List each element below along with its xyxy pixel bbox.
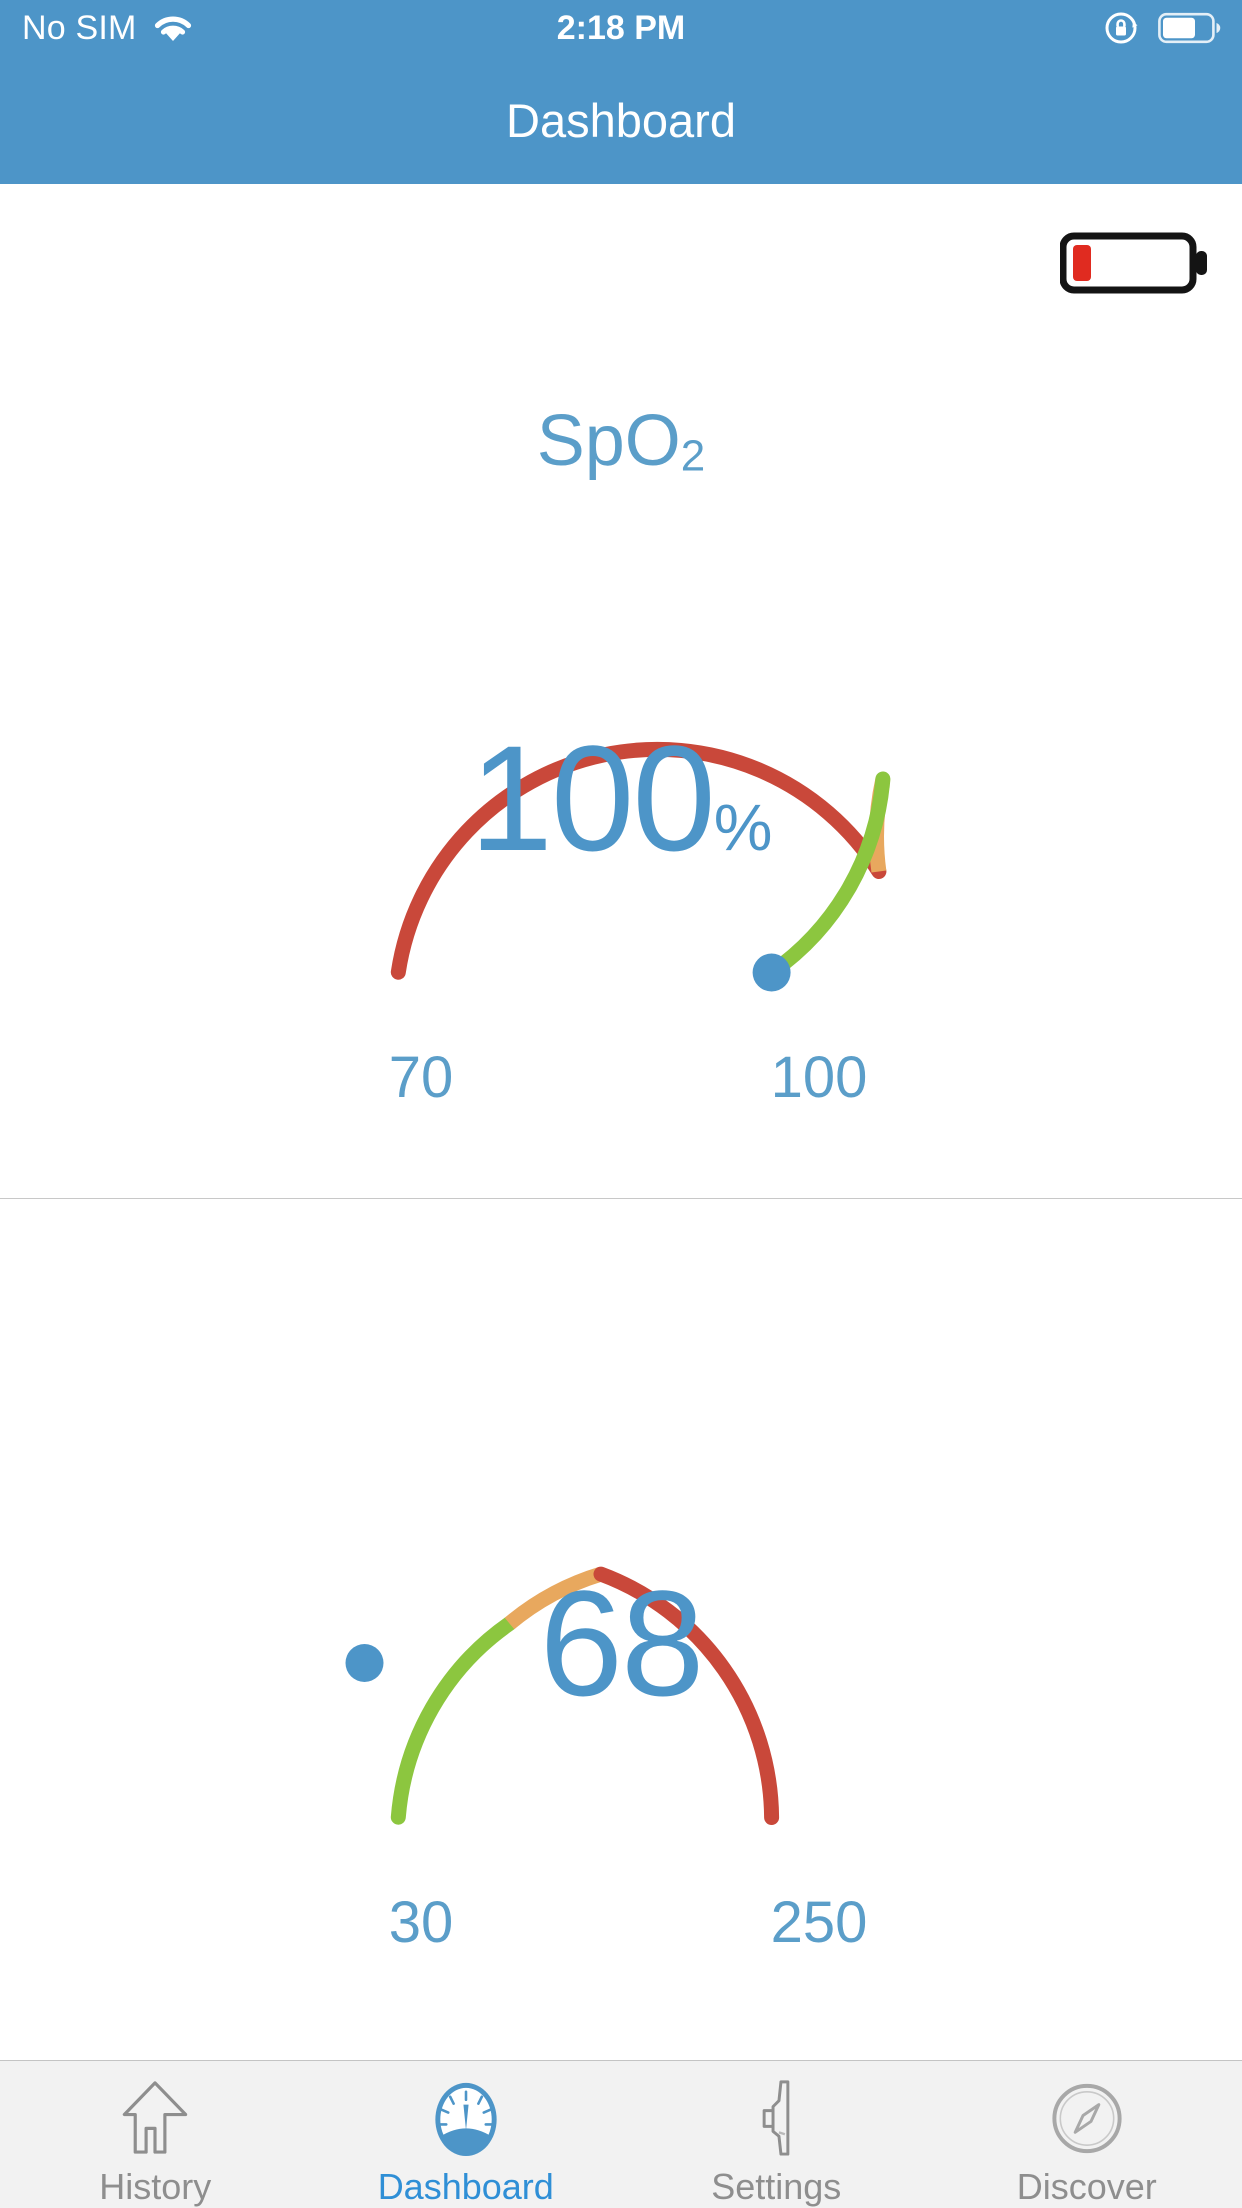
gauge-max-label-pulse: 250 (770, 1890, 868, 1955)
tab-bar: History Dashboard Settings Discover (0, 2060, 1242, 2208)
app-screen: No SIM 2:18 PM Dashboard SpO2 100% 70 10… (0, 0, 1242, 2208)
tab-label-history: History (99, 2166, 212, 2207)
tab-label-discover: Discover (1016, 2166, 1157, 2207)
gauge-value-number: 68 (539, 1559, 705, 1727)
page-title: Dashboard (506, 93, 736, 147)
app-header: No SIM 2:18 PM Dashboard (0, 0, 1242, 184)
gauge-panel-spo2: SpO2 100% 70 100 (0, 184, 1242, 1198)
gauge-value-spo2: 100% (0, 712, 1242, 885)
tab-label-settings: Settings (711, 2166, 842, 2207)
status-bar-clock: 2:18 PM (556, 8, 686, 47)
gauge-title-spo2: SpO2 (0, 400, 1242, 482)
tab-dashboard[interactable]: Dashboard (311, 2061, 622, 2208)
status-bar: No SIM 2:18 PM (0, 0, 1242, 56)
compass-discover-icon (1052, 2083, 1122, 2154)
gauge-min-label-pulse: 30 (388, 1890, 454, 1955)
gauge-panel-pulse: 68 30 250 (0, 1199, 1242, 2060)
gauge-title-main: SpO (536, 401, 681, 481)
gauge-min-label-spo2: 70 (388, 1045, 454, 1110)
gauge-title-subscript: 2 (680, 431, 706, 481)
gauge-value-pulse: 68 (0, 1557, 1242, 1730)
tab-history[interactable]: History (0, 2061, 311, 2208)
gauge-dashboard-icon (435, 2082, 497, 2157)
tab-label-dashboard: Dashboard (377, 2166, 554, 2207)
rotation-lock-icon (1105, 12, 1138, 44)
battery-icon (1158, 12, 1221, 44)
status-bar-right (1102, 0, 1222, 56)
gauge-value-unit: % (713, 790, 773, 864)
tab-discover[interactable]: Discover (932, 2061, 1242, 2208)
tab-settings[interactable]: Settings (621, 2061, 932, 2208)
gauge-marker-dot-spo2 (752, 953, 791, 992)
home-history-icon (123, 2081, 188, 2154)
gauge-max-label-spo2: 100 (770, 1045, 868, 1110)
sensor-settings-icon (762, 2080, 790, 2156)
section-divider (0, 1198, 1242, 1199)
gauge-value-number: 100 (469, 714, 716, 882)
